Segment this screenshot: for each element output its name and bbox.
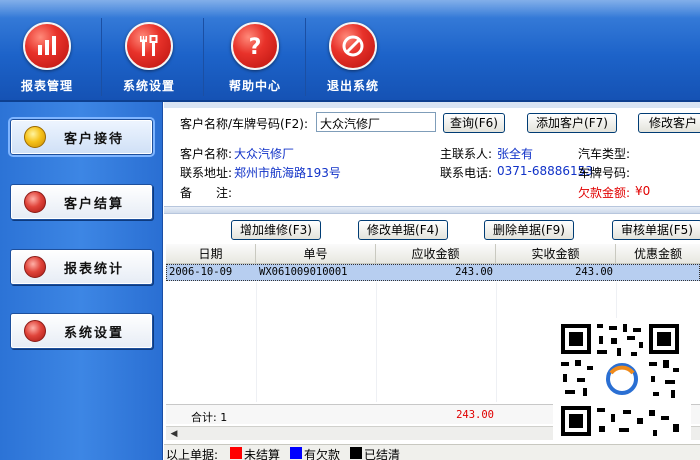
column-header-received[interactable]: 实收金额 <box>496 244 616 264</box>
toolbar-label: 报表管理 <box>20 79 73 93</box>
status-dot-icon <box>24 191 46 213</box>
phone-label: 联系电话: <box>440 166 493 180</box>
toolbar-gloss <box>0 0 700 18</box>
debt-label: 欠款金额: <box>578 186 631 200</box>
debt-value: ¥0 <box>635 184 651 198</box>
edit-customer-button[interactable]: 修改客户 <box>638 113 700 133</box>
toolbar-label: 系统设置 <box>122 79 175 93</box>
status-dot-icon <box>24 320 46 342</box>
address-value: 郑州市航海路193号 <box>234 166 341 180</box>
qr-code <box>553 318 691 442</box>
sidebar: 客户接待 客户结算 报表统计 系统设置 <box>0 102 163 460</box>
plate-label: 车牌号码: <box>578 166 631 180</box>
delete-order-button[interactable]: 删除单据(F9) <box>484 220 574 240</box>
legend-in-debt: 有欠款 <box>304 448 341 460</box>
car-type-label: 汽车类型: <box>578 147 631 161</box>
toolbar-separator <box>203 18 204 96</box>
add-repair-button[interactable]: 增加维修(F3) <box>231 220 321 240</box>
tools-icon <box>125 22 173 70</box>
customer-name-value: 大众汽修厂 <box>234 147 295 161</box>
status-dot-icon <box>24 126 46 148</box>
sidebar-item-label: 报表统计 <box>64 261 125 277</box>
toolbar-label: 帮助中心 <box>228 79 281 93</box>
legend-title: 以上单据: <box>166 448 219 460</box>
legend-black-swatch <box>350 447 362 459</box>
cell-discount <box>619 265 699 280</box>
toolbar-system-settings-button[interactable]: 系统设置 <box>104 22 194 100</box>
table-row[interactable]: 2006-10-09 WX061009010001 243.00 243.00 <box>166 264 700 281</box>
sidebar-item-label: 系统设置 <box>64 325 125 341</box>
legend-red-swatch <box>230 447 242 459</box>
add-customer-button[interactable]: 添加客户(F7) <box>527 113 617 133</box>
sidebar-item-label: 客户接待 <box>64 131 125 147</box>
orders-table-header: 日期 单号 应收金额 实收金额 优惠金额 <box>166 244 700 264</box>
bar-chart-icon <box>23 22 71 70</box>
contact-label: 主联系人: <box>440 147 493 161</box>
total-receivable: 243.00 <box>456 409 494 421</box>
legend-unsettled: 未结算 <box>244 448 281 460</box>
toolbar-label: 退出系统 <box>326 79 379 93</box>
cell-order-no: WX061009010001 <box>259 266 348 278</box>
search-input[interactable]: 大众汽修厂 <box>316 112 436 132</box>
toolbar-help-center-button[interactable]: ? 帮助中心 <box>210 22 300 100</box>
edit-order-button[interactable]: 修改单据(F4) <box>358 220 448 240</box>
query-button[interactable]: 查询(F6) <box>443 113 505 133</box>
cell-date: 2006-10-09 <box>169 266 233 278</box>
cell-received: 243.00 <box>575 266 613 278</box>
content-top-edge <box>164 102 700 108</box>
column-header-order-no[interactable]: 单号 <box>256 244 376 264</box>
svg-text:?: ? <box>249 35 262 59</box>
main-toolbar: 报表管理 系统设置 ? 帮助中心 退出系统 <box>0 0 700 102</box>
audit-order-button[interactable]: 审核单据(F5) <box>612 220 700 240</box>
legend-settled: 已结清 <box>364 448 401 460</box>
toolbar-separator <box>101 18 102 96</box>
exit-icon <box>329 22 377 70</box>
grid-line <box>376 282 377 402</box>
address-label: 联系地址: <box>180 166 233 180</box>
sidebar-item-system-settings[interactable]: 系统设置 <box>10 313 153 349</box>
section-divider <box>164 206 700 214</box>
grid-line <box>496 282 497 402</box>
column-header-discount[interactable]: 优惠金额 <box>616 244 700 264</box>
sidebar-item-customer-reception[interactable]: 客户接待 <box>8 117 155 157</box>
legend-blue-swatch <box>290 447 302 459</box>
sidebar-item-label: 客户结算 <box>64 196 125 212</box>
note-label: 备 注: <box>180 186 233 200</box>
contact-value: 张全有 <box>497 147 534 161</box>
help-icon: ? <box>231 22 279 70</box>
scroll-left-icon[interactable]: ◀ <box>168 428 180 440</box>
customer-name-label: 客户名称: <box>180 147 233 161</box>
status-dot-icon <box>24 256 46 278</box>
sidebar-item-report-statistics[interactable]: 报表统计 <box>10 249 153 285</box>
search-label: 客户名称/车牌号码(F2): <box>180 117 308 131</box>
toolbar-exit-button[interactable]: 退出系统 <box>308 22 398 100</box>
column-header-receivable[interactable]: 应收金额 <box>376 244 496 264</box>
qr-code-icon <box>561 324 679 436</box>
grid-line <box>256 282 257 402</box>
toolbar-separator <box>305 18 306 96</box>
cell-receivable: 243.00 <box>455 266 493 278</box>
sidebar-item-customer-settlement[interactable]: 客户结算 <box>10 184 153 220</box>
status-legend: 以上单据: 未结算 有欠款 已结清 <box>164 444 700 460</box>
toolbar-report-management-button[interactable]: 报表管理 <box>2 22 92 100</box>
column-header-date[interactable]: 日期 <box>166 244 256 264</box>
total-count: 合计: 1 <box>191 411 228 424</box>
